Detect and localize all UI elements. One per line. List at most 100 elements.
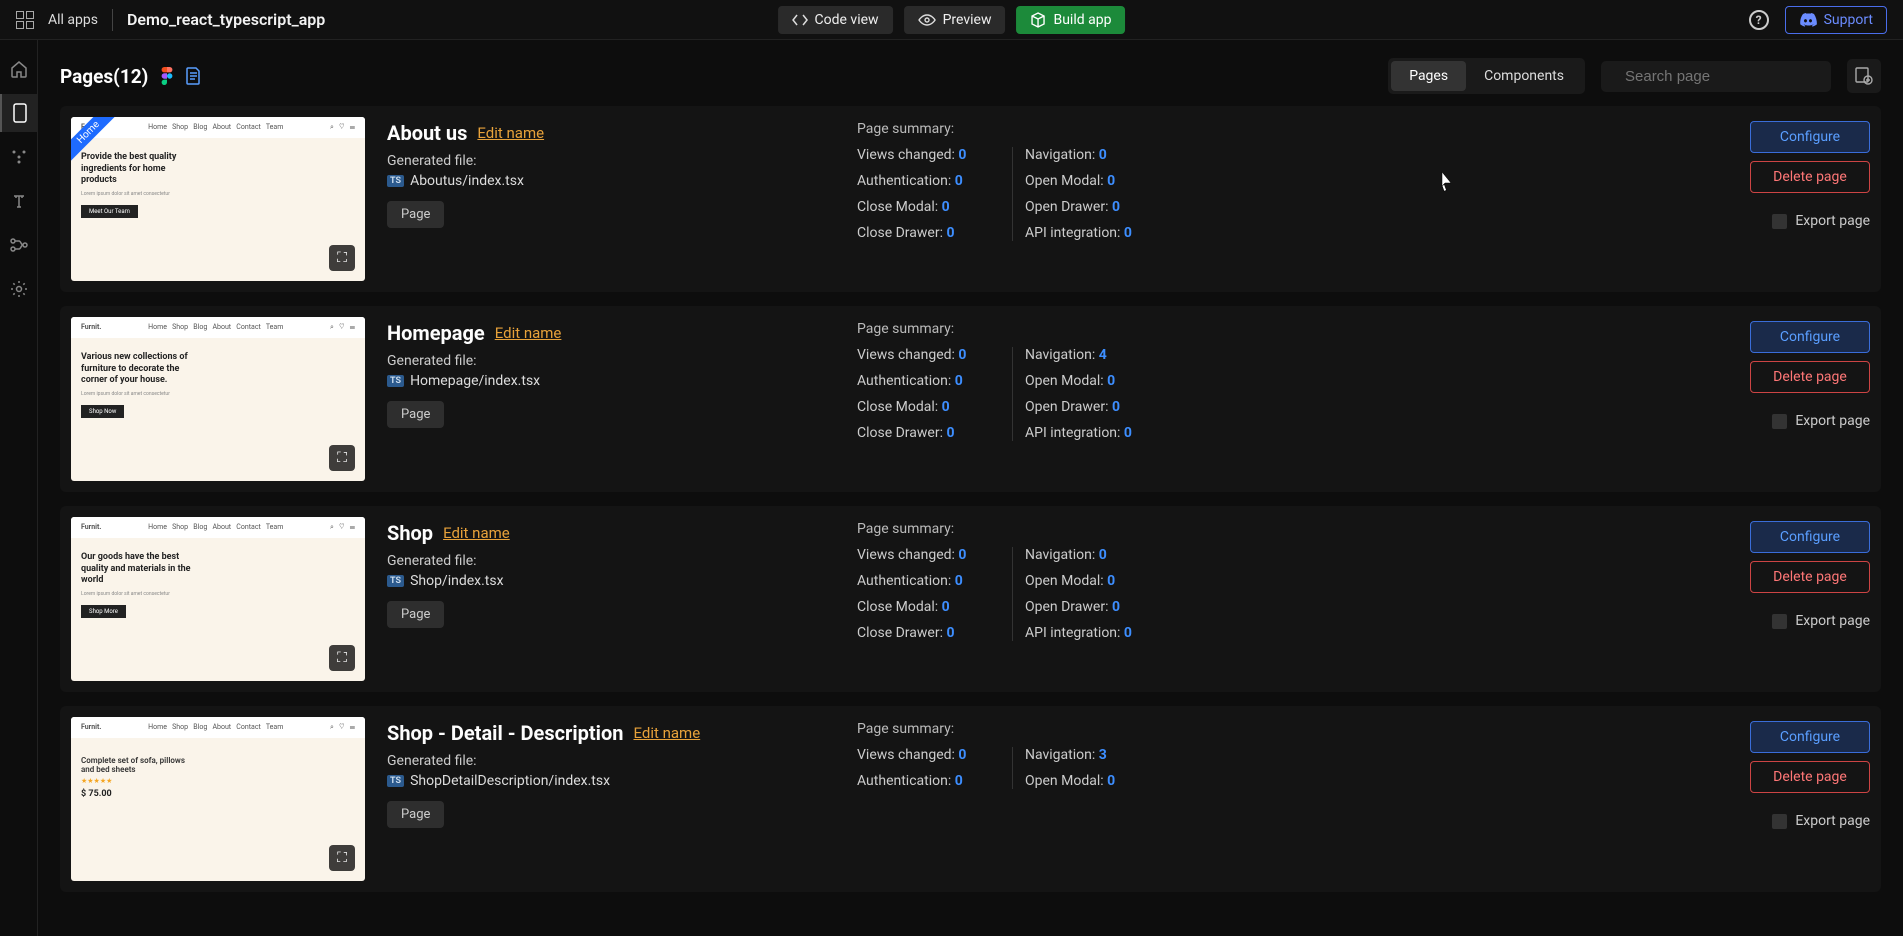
- export-checkbox[interactable]: [1772, 814, 1787, 829]
- support-button[interactable]: Support: [1785, 6, 1887, 34]
- export-checkbox[interactable]: [1772, 214, 1787, 229]
- stat-item: Authentication: 0: [857, 373, 1000, 389]
- rail-home-icon[interactable]: [0, 50, 38, 88]
- preview-label: Preview: [943, 12, 992, 28]
- thumb-body: Various new collections of furniture to …: [71, 338, 365, 432]
- export-checkbox[interactable]: [1772, 414, 1787, 429]
- summary-title: Page summary:: [857, 121, 1169, 137]
- tab-pages[interactable]: Pages: [1391, 61, 1466, 91]
- ts-badge-icon: TS: [387, 175, 404, 187]
- page-card: Furnit.Home Shop Blog About Contact Team…: [60, 506, 1881, 692]
- stat-item: Open Drawer: 0: [1025, 399, 1169, 415]
- thumb-nav: Furnit.Home Shop Blog About Contact Team…: [71, 517, 365, 538]
- info-actions: Configure Delete page Export page: [1750, 717, 1870, 881]
- export-page-row[interactable]: Export page: [1772, 813, 1870, 829]
- generated-file-label: Generated file:: [387, 153, 857, 169]
- build-app-label: Build app: [1053, 12, 1111, 28]
- generated-file-path: TSShop/index.tsx: [387, 573, 857, 589]
- edit-name-link[interactable]: Edit name: [633, 724, 700, 742]
- search-input[interactable]: [1625, 68, 1824, 85]
- stat-item: Close Modal: 0: [857, 199, 1000, 215]
- info-left: About us Edit name Generated file: TSAbo…: [387, 117, 857, 281]
- summary-title: Page summary:: [857, 321, 1169, 337]
- edit-name-link[interactable]: Edit name: [477, 124, 544, 142]
- configure-button[interactable]: Configure: [1750, 521, 1870, 553]
- generated-file-label: Generated file:: [387, 353, 857, 369]
- stat-item: Open Modal: 0: [1025, 773, 1169, 789]
- export-page-row[interactable]: Export page: [1772, 213, 1870, 229]
- code-view-label: Code view: [815, 12, 879, 28]
- page-settings-icon[interactable]: [1847, 59, 1881, 93]
- card-info: Homepage Edit name Generated file: TSHom…: [387, 317, 1870, 481]
- export-checkbox[interactable]: [1772, 614, 1787, 629]
- stat-item: API integration: 0: [1025, 625, 1169, 641]
- all-apps-link[interactable]: All apps: [48, 12, 98, 28]
- help-icon[interactable]: ?: [1749, 10, 1769, 30]
- expand-icon[interactable]: ⛶: [329, 445, 355, 471]
- page-card: Furnit.Home Shop Blog About Contact Team…: [60, 306, 1881, 492]
- configure-button[interactable]: Configure: [1750, 321, 1870, 353]
- search-box[interactable]: [1601, 61, 1831, 92]
- page-type-chip: Page: [387, 601, 444, 628]
- sidebar-rail: [0, 40, 38, 936]
- stat-item: Close Drawer: 0: [857, 625, 1000, 641]
- generated-file-path: TSAboutus/index.tsx: [387, 173, 857, 189]
- view-segment: Pages Components: [1388, 58, 1585, 94]
- generated-file-path: TSShopDetailDescription/index.tsx: [387, 773, 857, 789]
- stat-item: Open Modal: 0: [1025, 373, 1169, 389]
- preview-button[interactable]: Preview: [904, 6, 1006, 34]
- summary-title: Page summary:: [857, 721, 1169, 737]
- edit-name-link[interactable]: Edit name: [495, 324, 562, 342]
- generated-file-path: TSHomepage/index.tsx: [387, 373, 857, 389]
- page-thumbnail[interactable]: Furnit.Home Shop Blog About Contact Team…: [71, 317, 365, 481]
- configure-button[interactable]: Configure: [1750, 721, 1870, 753]
- rail-integrations-icon[interactable]: [0, 138, 38, 176]
- expand-icon[interactable]: ⛶: [329, 845, 355, 871]
- edit-name-link[interactable]: Edit name: [443, 524, 510, 542]
- export-page-row[interactable]: Export page: [1772, 613, 1870, 629]
- thumb-nav: Furnit.Home Shop Blog About Contact Team…: [71, 717, 365, 738]
- page-thumbnail[interactable]: Furnit.Home Shop Blog About Contact Team…: [71, 517, 365, 681]
- delete-page-button[interactable]: Delete page: [1750, 761, 1870, 793]
- delete-page-button[interactable]: Delete page: [1750, 561, 1870, 593]
- document-icon[interactable]: [186, 67, 201, 85]
- page-type-chip: Page: [387, 801, 444, 828]
- expand-icon[interactable]: ⛶: [329, 245, 355, 271]
- rail-flow-icon[interactable]: [0, 226, 38, 264]
- stat-item: Open Drawer: 0: [1025, 599, 1169, 615]
- stat-item: Open Modal: 0: [1025, 573, 1169, 589]
- tab-components[interactable]: Components: [1466, 61, 1582, 91]
- page-card: Home Furnit.Home Shop Blog About Contact…: [60, 106, 1881, 292]
- stat-item: API integration: 0: [1025, 425, 1169, 441]
- divider: [112, 9, 113, 31]
- stat-item: Navigation: 0: [1025, 547, 1169, 563]
- rail-pages-icon[interactable]: [0, 94, 38, 132]
- info-actions: Configure Delete page Export page: [1750, 117, 1870, 281]
- generated-file-label: Generated file:: [387, 553, 857, 569]
- build-app-button[interactable]: Build app: [1016, 6, 1125, 34]
- page-thumbnail[interactable]: Home Furnit.Home Shop Blog About Contact…: [71, 117, 365, 281]
- support-label: Support: [1824, 12, 1873, 28]
- configure-button[interactable]: Configure: [1750, 121, 1870, 153]
- page-list[interactable]: Home Furnit.Home Shop Blog About Contact…: [38, 106, 1903, 936]
- delete-page-button[interactable]: Delete page: [1750, 161, 1870, 193]
- stat-item: Authentication: 0: [857, 573, 1000, 589]
- info-summary: Page summary: Views changed: 0Authentica…: [857, 517, 1169, 681]
- stat-item: Close Drawer: 0: [857, 425, 1000, 441]
- page-name: Shop - Detail - Description: [387, 721, 623, 745]
- expand-icon[interactable]: ⛶: [329, 645, 355, 671]
- delete-page-button[interactable]: Delete page: [1750, 361, 1870, 393]
- page-thumbnail[interactable]: Furnit.Home Shop Blog About Contact Team…: [71, 717, 365, 881]
- stat-item: Views changed: 0: [857, 547, 1000, 563]
- figma-icon[interactable]: [160, 67, 174, 85]
- info-actions: Configure Delete page Export page: [1750, 317, 1870, 481]
- thumb-body: Complete set of sofa, pillows and bed sh…: [71, 738, 365, 813]
- rail-settings-icon[interactable]: [0, 270, 38, 308]
- rail-text-icon[interactable]: [0, 182, 38, 220]
- export-page-row[interactable]: Export page: [1772, 413, 1870, 429]
- code-view-button[interactable]: Code view: [778, 6, 893, 34]
- thumb-nav: Furnit.Home Shop Blog About Contact Team…: [71, 117, 365, 138]
- ts-badge-icon: TS: [387, 575, 404, 587]
- topbar-right: ? Support: [1749, 6, 1887, 34]
- apps-grid-icon[interactable]: [16, 11, 34, 29]
